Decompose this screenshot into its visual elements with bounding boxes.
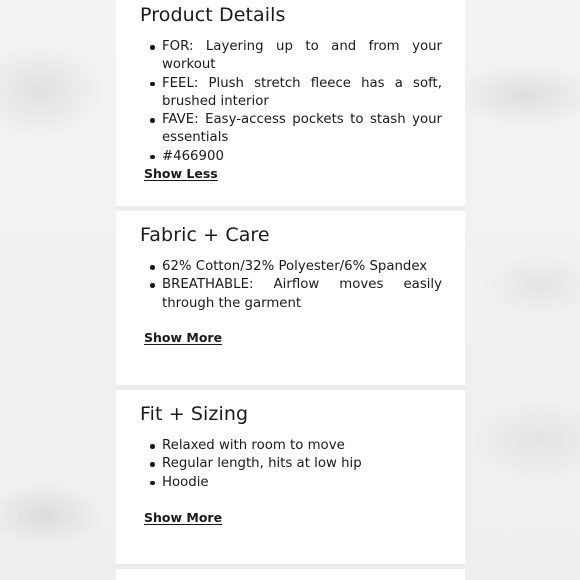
section-title-product-details: Product Details <box>140 4 286 26</box>
product-info-panel: Product Details FOR: Layering up to and … <box>116 0 465 580</box>
list-item-text: Hoodie <box>162 474 209 490</box>
fit-sizing-list: Relaxed with room to move Regular length… <box>140 437 442 492</box>
list-item: BREATHABLE: Airflow moves easily through… <box>140 276 442 313</box>
list-item-text: #466900 <box>162 148 224 164</box>
section-title-fabric-care: Fabric + Care <box>140 224 270 246</box>
section-title-fit-sizing: Fit + Sizing <box>140 403 249 425</box>
fit-sizing-section: Fit + Sizing Relaxed with room to move R… <box>116 390 465 564</box>
show-more-link-fabric-care[interactable]: Show More <box>144 330 222 345</box>
next-section-partial <box>116 569 465 580</box>
fabric-care-list: 62% Cotton/32% Polyester/6% Spandex BREA… <box>140 258 442 313</box>
list-item: Relaxed with room to move <box>140 437 442 455</box>
list-item: FEEL: Plush stretch fleece has a soft, b… <box>140 75 442 112</box>
bullet-icon <box>150 45 155 50</box>
list-item: FAVE: Easy-access pockets to stash your … <box>140 111 442 148</box>
list-item-text: 62% Cotton/32% Polyester/6% Spandex <box>162 259 428 274</box>
list-item-text: Regular length, hits at low hip <box>162 456 362 472</box>
bullet-icon <box>150 118 155 123</box>
bullet-icon <box>150 480 155 486</box>
bullet-icon <box>150 81 155 87</box>
list-item-text: FEEL: Plush stretch fleece has a soft, b… <box>162 75 442 109</box>
list-item-text: BREATHABLE: Airflow moves easily through… <box>162 277 442 311</box>
fabric-care-section: Fabric + Care 62% Cotton/32% Polyester/6… <box>116 211 465 385</box>
product-details-list: FOR: Layering up to and from your workou… <box>140 38 442 166</box>
show-more-link-fit-sizing[interactable]: Show More <box>144 510 222 525</box>
list-item: 62% Cotton/32% Polyester/6% Spandex <box>140 258 442 276</box>
list-item-text: FOR: Layering up to and from your workou… <box>162 39 442 73</box>
list-item-text: FAVE: Easy-access pockets to stash your … <box>162 112 442 146</box>
list-item: Regular length, hits at low hip <box>140 455 442 473</box>
list-item: #466900 <box>140 148 442 166</box>
bullet-icon <box>150 444 155 449</box>
bullet-icon <box>150 462 155 467</box>
list-item: Hoodie <box>140 474 442 492</box>
bullet-icon <box>150 283 155 288</box>
list-item-text: Relaxed with room to move <box>162 438 345 453</box>
bullet-icon <box>150 265 155 270</box>
product-details-section: Product Details FOR: Layering up to and … <box>116 0 465 206</box>
list-item: FOR: Layering up to and from your workou… <box>140 38 442 75</box>
bullet-icon <box>150 154 155 160</box>
show-less-link[interactable]: Show Less <box>144 166 218 181</box>
